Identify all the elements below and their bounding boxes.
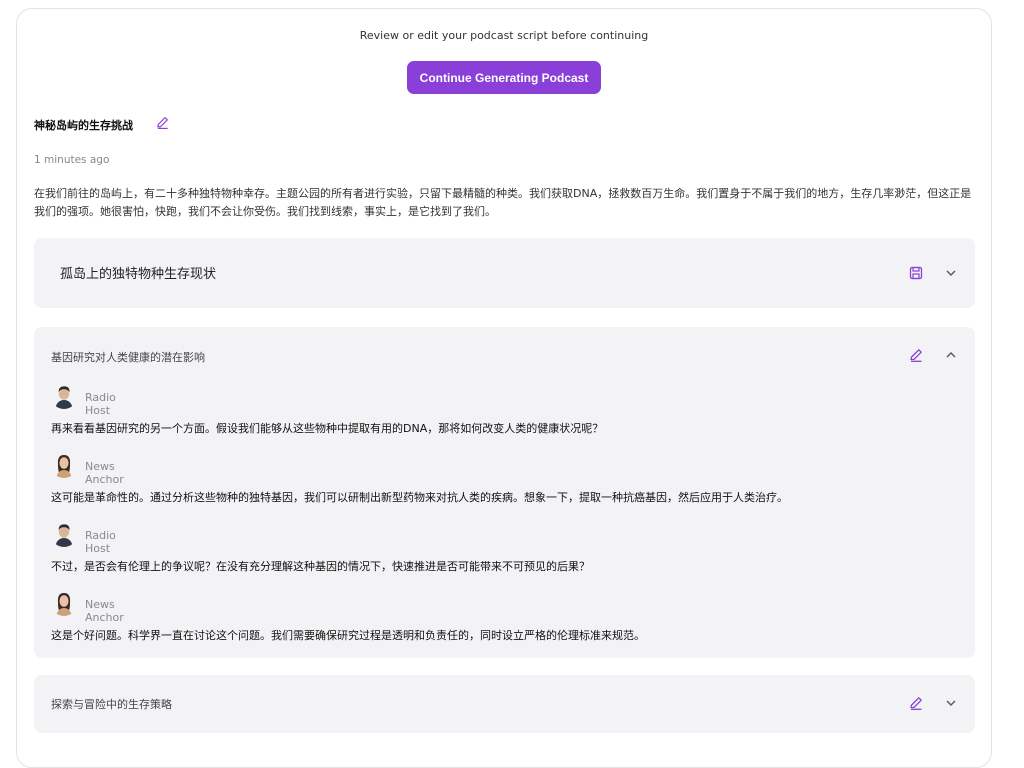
dialogue-text: 这是个好问题。科学界一直在讨论这个问题。我们需要确保研究过程是透明和负责任的，同…: [51, 629, 645, 642]
speaker-name: News Anchor: [85, 460, 124, 486]
section-card[interactable]: 基因研究对人类健康的潜在影响 Radio Host 再来看看基因研究的另一个方面…: [34, 327, 975, 658]
continue-generating-button[interactable]: Continue Generating Podcast: [407, 61, 601, 94]
avatar: [51, 590, 77, 616]
avatar: [51, 383, 77, 409]
section-title: 基因研究对人类健康的潜在影响: [51, 351, 205, 364]
section-card[interactable]: 孤岛上的独特物种生存现状: [34, 238, 975, 308]
script-title: 神秘岛屿的生存挑战: [34, 119, 133, 132]
avatar: [51, 521, 77, 547]
section-title: 探索与冒险中的生存策略: [51, 698, 172, 711]
chevron-down-icon[interactable]: [943, 695, 959, 711]
pencil-icon[interactable]: [908, 347, 924, 363]
script-summary: 在我们前往的岛屿上，有二十多种独特物种幸存。主题公园的所有者进行实验，只留下最精…: [34, 187, 972, 218]
dialogue-text: 不过，是否会有伦理上的争议呢？在没有充分理解这种基因的情况下，快速推进是否可能带…: [51, 560, 590, 573]
pencil-icon[interactable]: [155, 115, 170, 130]
review-note: Review or edit your podcast script befor…: [359, 29, 649, 42]
save-icon[interactable]: [908, 265, 924, 281]
dialogue-text: 再来看看基因研究的另一个方面。假设我们能够从这些物种中提取有用的DNA，那将如何…: [51, 422, 604, 435]
chevron-up-icon[interactable]: [943, 347, 959, 363]
avatar: [51, 452, 77, 478]
speaker-name: Radio Host: [85, 391, 116, 417]
speaker-name: Radio Host: [85, 529, 116, 555]
pencil-icon[interactable]: [908, 695, 924, 711]
section-title: 孤岛上的独特物种生存现状: [60, 267, 217, 282]
dialogue-text: 这可能是革命性的。通过分析这些物种的独特基因，我们可以研制出新型药物来对抗人类的…: [51, 491, 788, 504]
section-card[interactable]: 探索与冒险中的生存策略: [34, 675, 975, 733]
chevron-down-icon[interactable]: [943, 265, 959, 281]
script-review-card: Review or edit your podcast script befor…: [16, 8, 992, 768]
timestamp: 1 minutes ago: [34, 154, 110, 166]
speaker-name: News Anchor: [85, 598, 124, 624]
